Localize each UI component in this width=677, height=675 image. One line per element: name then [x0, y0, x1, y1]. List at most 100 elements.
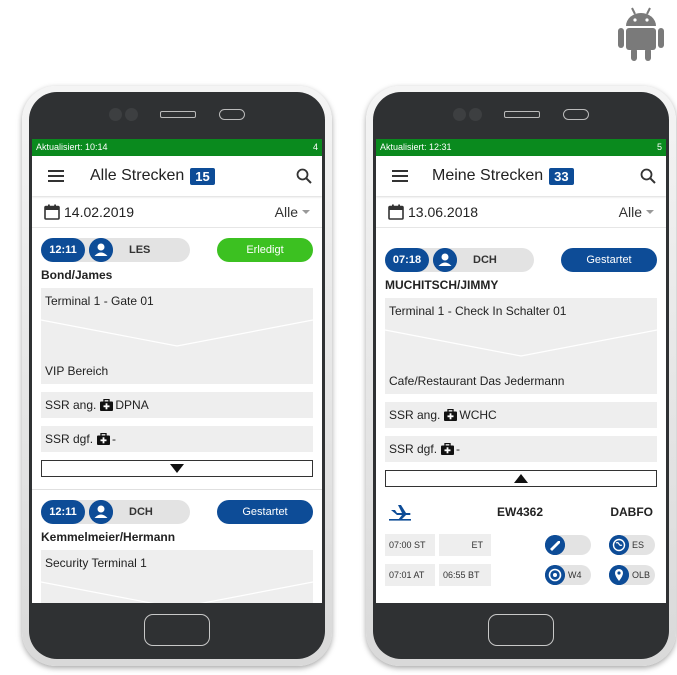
calendar-icon[interactable]	[44, 204, 60, 220]
route-from: Terminal 1 - Check In Schalter 01	[389, 304, 567, 318]
stand-code: W4	[568, 570, 582, 580]
passenger-name: Kemmelmeier/Hermann	[41, 530, 176, 544]
medical-bag-icon	[97, 433, 111, 445]
expand-button[interactable]	[41, 460, 313, 477]
ssr-ang-label: SSR ang.	[389, 408, 441, 422]
origin-code: OLB	[632, 570, 651, 580]
ssr-dgf-value: -	[112, 432, 117, 446]
time-station-pill: 12:11 DCH	[41, 500, 190, 524]
status-bar: Aktualisiert: 12:31 5	[376, 139, 666, 156]
person-icon	[433, 248, 457, 272]
station-code: DCH	[473, 254, 497, 266]
app-bar: Meine Strecken 33	[376, 156, 666, 196]
status-button[interactable]: Erledigt	[217, 238, 313, 262]
menu-icon[interactable]	[48, 170, 64, 182]
origin-pill: OLB	[609, 565, 655, 585]
triangle-up-icon	[514, 474, 528, 483]
medical-bag-icon	[441, 443, 455, 455]
target-icon	[545, 565, 565, 585]
ssr-dgf-row: SSR dgf. -	[41, 426, 313, 452]
status-button[interactable]: Gestartet	[561, 248, 657, 272]
calendar-icon[interactable]	[388, 204, 404, 220]
flight-number: EW4362	[497, 505, 544, 519]
search-icon[interactable]	[640, 168, 656, 184]
date-text[interactable]: 14.02.2019	[64, 204, 134, 220]
chevron-down-icon	[385, 328, 657, 372]
chevron-down-icon	[302, 209, 310, 214]
globe-icon	[609, 535, 629, 555]
count-badge: 33	[549, 167, 574, 185]
collapse-button[interactable]	[385, 470, 657, 487]
phone-top	[373, 92, 669, 139]
camera-icon	[125, 108, 138, 121]
time-label: 12:11	[41, 238, 85, 262]
medical-bag-icon	[444, 409, 458, 421]
destination-code: ES	[632, 540, 645, 550]
ssr-dgf-value: -	[456, 442, 461, 456]
ssr-dgf-label: SSR dgf.	[45, 432, 94, 446]
ssr-ang-row: SSR ang. DPNA	[41, 392, 313, 418]
status-button[interactable]: Gestartet	[217, 500, 313, 524]
divider	[32, 489, 322, 490]
sensor-icon	[219, 109, 245, 120]
time-label: 07:18	[385, 248, 429, 272]
time-label: 12:11	[41, 500, 85, 524]
location-pin-icon	[609, 565, 629, 585]
screen: Aktualisiert: 12:31 5 Meine Strecken 33	[376, 139, 666, 603]
search-icon[interactable]	[296, 168, 312, 184]
count-badge: 15	[190, 167, 215, 185]
screen: Aktualisiert: 10:14 4 Alle Strecken 15 1…	[32, 139, 322, 603]
filter-label: Alle	[274, 203, 298, 220]
aircraft-registration: DABFO	[610, 505, 653, 519]
station-code: DCH	[129, 506, 153, 518]
speaker-icon	[504, 111, 540, 118]
status-count: 5	[656, 142, 662, 152]
route-card[interactable]: 07:18 DCH Gestartet MUCHITSCH/JIMMY Term…	[376, 228, 666, 586]
person-icon	[89, 238, 113, 262]
route-from: Security Terminal 1	[45, 556, 147, 570]
times-row: 07:01 AT 06:55 BT W4 OLB	[385, 564, 657, 586]
route-box: Security Terminal 1	[41, 550, 313, 603]
flight-row: EW4362 DABFO	[385, 499, 657, 525]
stand-pill: W4	[545, 565, 591, 585]
speaker-icon	[160, 111, 196, 118]
date-text[interactable]: 13.06.2018	[408, 204, 478, 220]
camera-icon	[109, 108, 122, 121]
times-row: 07:00 ST ET ES	[385, 534, 657, 556]
chevron-down-icon	[41, 318, 313, 362]
ssr-dgf-row: SSR dgf. -	[385, 436, 657, 462]
passenger-name: Bond/James	[41, 268, 113, 282]
filter-label: Alle	[618, 203, 642, 220]
phone-bezel: Aktualisiert: 12:31 5 Meine Strecken 33	[373, 92, 669, 659]
right-phone: Aktualisiert: 12:31 5 Meine Strecken 33	[366, 86, 676, 666]
time-station-pill: 12:11 LES	[41, 238, 190, 262]
status-count: 4	[312, 142, 318, 152]
ssr-ang-label: SSR ang.	[45, 398, 97, 412]
plane-icon	[389, 505, 411, 521]
station-code: LES	[129, 244, 151, 256]
route-to: Cafe/Restaurant Das Jedermann	[389, 374, 565, 388]
left-phone: Aktualisiert: 10:14 4 Alle Strecken 15 1…	[22, 86, 332, 666]
filter-dropdown[interactable]: Alle	[275, 204, 310, 220]
triangle-down-icon	[170, 464, 184, 473]
route-card[interactable]: 12:11 LES Erledigt Bond/James Terminal 1…	[32, 238, 322, 477]
chevron-down-icon	[646, 209, 654, 214]
updated-text: Aktualisiert: 10:14	[36, 142, 108, 152]
takeoff-icon	[545, 535, 565, 555]
ssr-ang-value: DPNA	[115, 398, 149, 412]
route-box: Terminal 1 - Gate 01 VIP Bereich	[41, 288, 313, 384]
ssr-dgf-label: SSR dgf.	[389, 442, 438, 456]
time-station-pill: 07:18 DCH	[385, 248, 534, 272]
ssr-ang-row: SSR ang. WCHC	[385, 402, 657, 428]
route-card[interactable]: 12:11 DCH Gestartet Kemmelmeier/Hermann …	[32, 500, 322, 603]
menu-icon[interactable]	[392, 170, 408, 182]
destination-pill: ES	[609, 535, 655, 555]
date-bar: 13.06.2018 Alle	[376, 196, 666, 228]
route-box: Terminal 1 - Check In Schalter 01 Cafe/R…	[385, 298, 657, 394]
filter-dropdown[interactable]: Alle	[619, 204, 654, 220]
date-bar: 14.02.2019 Alle	[32, 196, 322, 228]
page-title: Alle Strecken	[90, 167, 185, 184]
android-icon	[618, 7, 664, 61]
home-button[interactable]	[144, 614, 210, 646]
home-button[interactable]	[488, 614, 554, 646]
